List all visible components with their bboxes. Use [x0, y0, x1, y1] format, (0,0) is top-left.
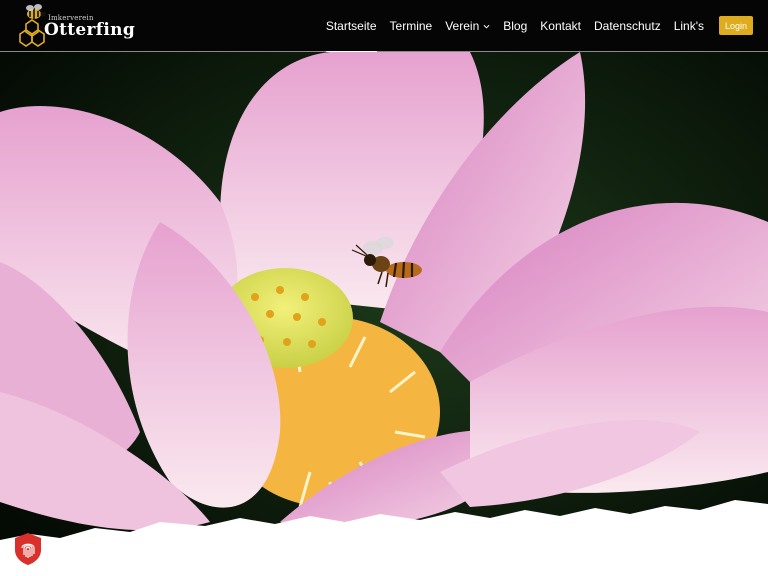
chevron-down-icon: [483, 24, 490, 29]
login-button[interactable]: Login: [719, 16, 753, 35]
site-header: Imkerverein Otterfing Startseite Termine…: [0, 0, 768, 53]
lotus-flower-bee-image: [0, 52, 768, 576]
main-nav: Startseite Termine Verein Blog Kontakt D…: [313, 0, 704, 53]
fingerprint-shield-icon[interactable]: [13, 532, 43, 566]
nav-item-startseite[interactable]: Startseite: [325, 0, 377, 53]
nav-label: Termine: [389, 19, 433, 33]
nav-label: Datenschutz: [593, 19, 661, 33]
nav-item-kontakt[interactable]: Kontakt: [540, 0, 581, 52]
hero-image: [0, 52, 768, 576]
nav-label: Link's: [673, 19, 704, 33]
nav-item-blog[interactable]: Blog: [503, 0, 527, 52]
nav-item-datenschutz[interactable]: Datenschutz: [594, 0, 661, 52]
nav-item-links[interactable]: Link's: [674, 0, 704, 52]
nav-item-termine[interactable]: Termine: [390, 0, 433, 52]
nav-label: Startseite: [325, 19, 377, 33]
site-logo[interactable]: Imkerverein Otterfing: [16, 2, 135, 50]
nav-label: Kontakt: [540, 19, 581, 33]
nav-label: Blog: [503, 19, 528, 33]
logo-title: Otterfing: [44, 20, 136, 40]
nav-item-verein[interactable]: Verein: [445, 0, 490, 52]
nav-label: Verein: [445, 19, 480, 33]
